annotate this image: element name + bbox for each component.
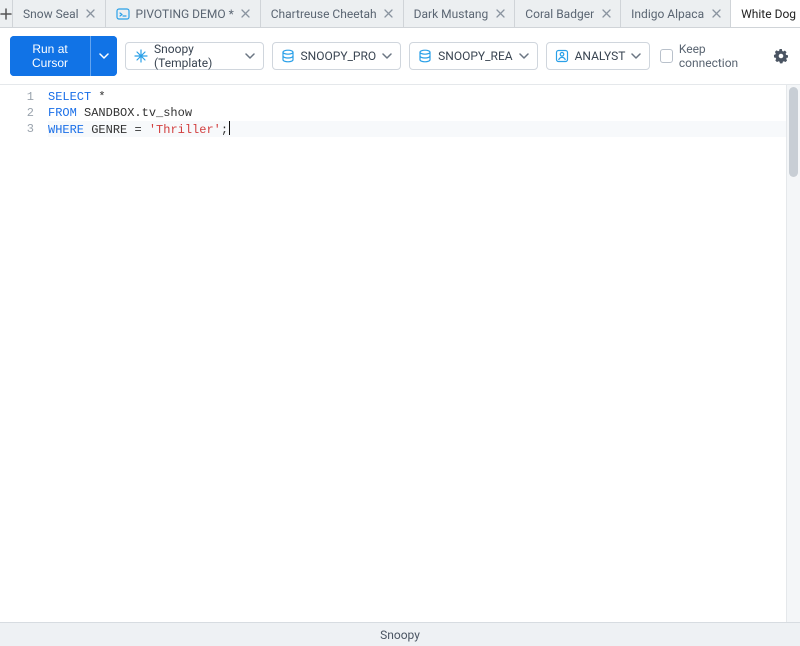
keep-connection-checkbox[interactable]: Keep connection	[660, 42, 756, 70]
token-kw: SELECT	[48, 90, 91, 104]
editor-code-area[interactable]: SELECT *FROM SANDBOX.tv_showWHERE GENRE …	[42, 85, 800, 628]
tab-label: PIVOTING DEMO *	[136, 7, 234, 21]
tab-coral-badger[interactable]: Coral Badger	[515, 0, 621, 27]
warehouse-selector[interactable]: SNOOPY_PRO	[272, 42, 402, 70]
tab-close-button[interactable]	[494, 8, 506, 20]
chevron-down-icon	[245, 51, 255, 61]
editor[interactable]: 123 SELECT *FROM SANDBOX.tv_showWHERE GE…	[0, 85, 800, 628]
role-icon	[555, 49, 569, 63]
tab-label: Coral Badger	[525, 7, 594, 21]
gutter-line-number: 2	[4, 105, 34, 121]
settings-button[interactable]	[772, 46, 790, 66]
close-icon	[496, 9, 505, 18]
tab-label: Snow Seal	[23, 7, 79, 21]
status-bar: Snoopy	[0, 622, 800, 646]
close-icon	[241, 9, 250, 18]
token-punct: ;	[221, 123, 228, 137]
warehouse-label: SNOOPY_PRO	[301, 49, 377, 63]
code-line[interactable]: SELECT *	[48, 89, 796, 105]
close-icon	[712, 9, 721, 18]
database-icon	[281, 49, 295, 63]
tab-label: Indigo Alpaca	[631, 7, 704, 21]
tab-close-button[interactable]	[600, 8, 612, 20]
schema-selector[interactable]: SNOOPY_REA	[409, 42, 537, 70]
close-icon	[602, 9, 611, 18]
editor-gutter: 123	[0, 85, 42, 628]
checkbox-box	[660, 49, 672, 63]
tab-pivoting-demo[interactable]: PIVOTING DEMO *	[106, 0, 261, 27]
code-line[interactable]: WHERE GENRE = 'Thriller';	[48, 121, 796, 137]
gutter-line-number: 1	[4, 89, 34, 105]
token-kw: FROM	[48, 106, 77, 120]
chevron-down-icon	[99, 51, 109, 61]
database-icon	[418, 49, 432, 63]
tab-close-button[interactable]	[240, 8, 252, 20]
plus-icon	[0, 8, 12, 20]
chevron-down-icon	[382, 51, 392, 61]
token-ident: SANDBOX.tv_show	[77, 106, 192, 120]
tab-label: White Dog	[741, 7, 796, 21]
token-kw: WHERE	[48, 123, 84, 137]
tab-indigo-alpaca[interactable]: Indigo Alpaca	[621, 0, 731, 27]
tab-close-button[interactable]	[383, 8, 395, 20]
tab-dark-mustang[interactable]: Dark Mustang	[404, 0, 516, 27]
gear-icon	[773, 48, 789, 64]
context-label: Snoopy (Template)	[154, 42, 239, 70]
role-label: ANALYST	[575, 49, 626, 63]
tab-snow-seal[interactable]: Snow Seal	[13, 0, 106, 27]
keep-connection-label: Keep connection	[679, 42, 757, 70]
gutter-line-number: 3	[4, 121, 34, 137]
tab-chartreuse-cheetah[interactable]: Chartreuse Cheetah	[261, 0, 404, 27]
context-selector[interactable]: Snoopy (Template)	[125, 42, 264, 70]
new-tab-button[interactable]	[0, 0, 13, 27]
scrollbar-thumb[interactable]	[789, 87, 798, 177]
run-button-group: Run at Cursor	[10, 36, 117, 76]
close-icon	[384, 9, 393, 18]
token-punct: *	[98, 90, 105, 104]
code-line[interactable]: FROM SANDBOX.tv_show	[48, 105, 796, 121]
token-str: 'Thriller'	[149, 123, 221, 137]
status-bar-label: Snoopy	[380, 628, 420, 642]
tab-label: Dark Mustang	[414, 7, 489, 21]
chevron-down-icon	[631, 51, 641, 61]
close-icon	[86, 9, 95, 18]
tab-white-dog[interactable]: White Dog	[731, 0, 800, 27]
schema-label: SNOOPY_REA	[438, 49, 512, 63]
tab-label: Chartreuse Cheetah	[271, 7, 377, 21]
token-punct: =	[134, 123, 141, 137]
tab-close-button[interactable]	[710, 8, 722, 20]
terminal-icon	[116, 7, 130, 21]
chevron-down-icon	[519, 51, 529, 61]
snowflake-icon	[134, 49, 148, 63]
run-at-cursor-button[interactable]: Run at Cursor	[10, 36, 90, 76]
toolbar: Run at Cursor Snoopy (Template) SNOOPY_P…	[0, 28, 800, 85]
token-ident: GENRE	[84, 123, 134, 137]
tab-close-button[interactable]	[85, 8, 97, 20]
run-menu-button[interactable]	[90, 36, 117, 76]
text-caret	[229, 121, 230, 135]
tab-strip: Snow Seal PIVOTING DEMO * Chartreuse Cheet…	[0, 0, 800, 28]
vertical-scrollbar[interactable]	[786, 85, 800, 628]
token-ident	[142, 123, 149, 137]
role-selector[interactable]: ANALYST	[546, 42, 651, 70]
